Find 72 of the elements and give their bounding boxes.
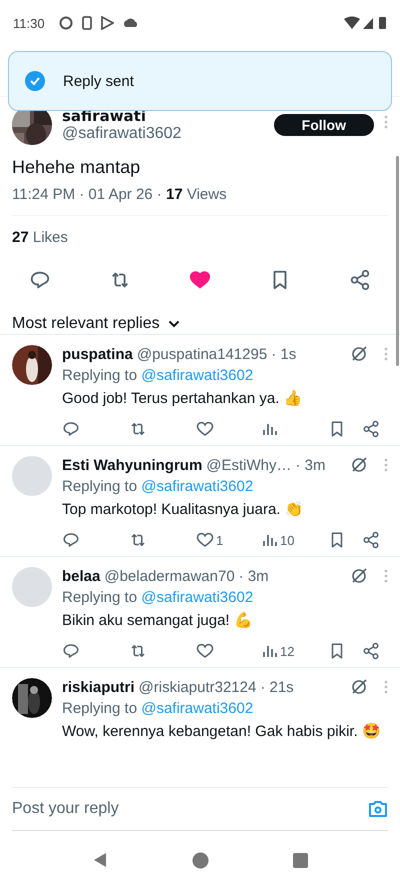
avatar-placeholder (12, 456, 52, 496)
reply-author-handle: @EstiWhy… (206, 456, 292, 474)
status-time: 11:30 (13, 16, 45, 30)
mention-link[interactable]: @safirawati3602 (141, 367, 254, 384)
reply-time: · 1s (271, 346, 296, 362)
reply-icon[interactable] (62, 531, 80, 549)
reply-input-field[interactable]: Post your reply (12, 800, 368, 818)
views-icon[interactable] (262, 421, 278, 437)
reply-icon[interactable] (62, 420, 80, 438)
repost-icon[interactable] (129, 531, 147, 549)
check-icon (25, 71, 45, 91)
post-meta: 11:24 PM · 01 Apr 26 · 17 Views (12, 186, 228, 203)
mention-link[interactable]: @safirawati3602 (141, 589, 254, 606)
follow-button[interactable]: Follow (274, 114, 374, 136)
reply-author-handle: @beladermawan70 (104, 568, 235, 584)
post-text: Hehehe mantap (12, 157, 142, 178)
heart-icon[interactable] (189, 269, 211, 291)
reply-author-name: belaa (62, 568, 100, 584)
share-icon[interactable] (349, 269, 371, 291)
back-icon[interactable] (92, 852, 108, 868)
avatar-placeholder (12, 567, 52, 607)
author-name: safirawati (62, 107, 147, 125)
likes-count[interactable]: 27 Likes (12, 229, 388, 246)
repost-icon[interactable] (129, 642, 147, 660)
mention-link[interactable]: @safirawati3602 (141, 700, 254, 717)
heart-icon[interactable] (196, 420, 214, 438)
views-icon[interactable] (262, 643, 278, 659)
heart-icon[interactable] (196, 531, 214, 549)
share-icon[interactable] (362, 642, 380, 660)
slashed-circle-icon[interactable] (350, 567, 368, 585)
replying-to-text: Replying to @safirawati3602 (62, 589, 254, 606)
reply-text: Good job! Terus pertahankan ya. 👍 (62, 389, 304, 409)
reply-author-handle: @puspatina141295 (136, 346, 268, 362)
cloud-icon (122, 18, 137, 28)
phone-icon (82, 16, 92, 30)
view-count: 10 (280, 532, 294, 548)
slashed-circle-icon[interactable] (350, 456, 368, 474)
share-icon[interactable] (362, 420, 380, 438)
reply-text: Wow, kerennya kebangetan! Gak habis pikir. 🤩 (62, 722, 382, 742)
view-count: 12 (280, 644, 294, 658)
views-icon[interactable] (262, 532, 278, 548)
author-handle: @safirawati3602 (62, 125, 182, 143)
camera-icon[interactable] (368, 800, 388, 818)
share-icon[interactable] (362, 531, 380, 549)
replying-to-text: Replying to @safirawati3602 (62, 367, 254, 384)
home-icon[interactable] (192, 852, 209, 868)
heart-icon[interactable] (196, 642, 214, 660)
reply-time: · 3m (238, 568, 269, 584)
reply-author-name: puspatina (62, 346, 133, 362)
system-status-icons (344, 16, 388, 30)
chevron-icon (168, 320, 180, 328)
reply-text: Top markotop! Kualitasnya juara. 👏 (62, 500, 305, 520)
reply-author-name: Esti Wahyuningrum (62, 456, 202, 474)
app-notification-icon (58, 16, 73, 30)
repost-icon[interactable] (129, 420, 147, 438)
reply-author-handle: @riskiaputr32124 (138, 678, 256, 696)
play-icon (100, 16, 114, 30)
reply-author-name: riskiaputri (62, 678, 135, 696)
sort-dropdown[interactable]: Most relevant replies (12, 314, 180, 334)
slashed-circle-icon[interactable] (350, 345, 368, 363)
reply-time: · 21s (260, 678, 294, 696)
slashed-circle-icon[interactable] (350, 678, 368, 696)
reply-text: Bikin aku semangat juga! 💪 (62, 610, 254, 631)
recents-icon[interactable] (293, 852, 308, 868)
mention-link[interactable]: @safirawati3602 (141, 478, 254, 495)
reply-time: · 3m (296, 456, 326, 474)
reply-icon[interactable] (29, 269, 51, 291)
replying-to-text: Replying to @safirawati3602 (62, 700, 254, 717)
like-count: 1 (216, 532, 224, 548)
replying-to-text: Replying to @safirawati3602 (62, 478, 254, 495)
toast-message: Reply sent (63, 72, 134, 90)
reply-icon[interactable] (62, 642, 80, 660)
